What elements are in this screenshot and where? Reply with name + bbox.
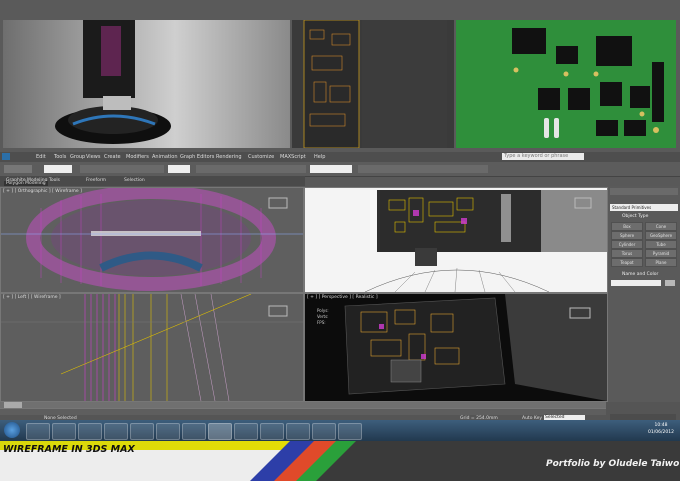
taskbar-app-icon[interactable]	[156, 423, 180, 440]
board-wireframe-graphic	[303, 19, 447, 149]
command-panel-tabs[interactable]	[610, 188, 678, 195]
menu-create[interactable]: Create	[104, 154, 121, 160]
caption-title: WIREFRAME IN 3DS MAX	[3, 444, 135, 455]
selection-filter-dropdown[interactable]	[44, 165, 72, 173]
viewport-top-right[interactable]	[304, 187, 608, 293]
taskbar-app-icon[interactable]	[286, 423, 310, 440]
snap-tools[interactable]	[196, 165, 306, 173]
portfolio-credit: Portfolio by Oludele Taiwo	[546, 459, 680, 469]
tube-button[interactable]: Tube	[645, 240, 677, 249]
track-bar[interactable]	[0, 408, 606, 415]
clock-date: 01/06/2012	[648, 430, 674, 435]
polygon-modeling-label[interactable]: Polygon Modeling	[4, 181, 48, 186]
menu-views[interactable]: Views	[86, 154, 100, 160]
main-toolbar	[0, 162, 680, 177]
usb-render-graphic	[55, 20, 171, 144]
viewport-bottom-right[interactable]: [ + ] [ Perspective ] [ Realistic ] Poly…	[304, 293, 608, 402]
system-tray[interactable]	[598, 423, 644, 435]
pcb-render-image	[456, 20, 676, 148]
pcb-render-graphic	[512, 28, 664, 138]
menu-customize[interactable]: Customize	[248, 154, 274, 160]
teapot-button[interactable]: Teapot	[611, 258, 643, 267]
render-tools[interactable]	[358, 165, 488, 173]
viewport-bottom-left[interactable]: [ + ] [ Left ] [ Wireframe ]	[0, 293, 304, 402]
menu-bar: Edit Tools Group Views Create Modifiers …	[0, 152, 680, 162]
windows-taskbar: 10:48 01/06/2012	[0, 420, 680, 441]
viewport-top-left[interactable]: [ + ] [ Orthographic ] [ Wireframe ]	[0, 187, 304, 293]
menu-animation[interactable]: Animation	[152, 154, 178, 160]
menu-edit[interactable]: Edit	[36, 154, 46, 160]
max-window: Edit Tools Group Views Create Modifiers …	[0, 152, 680, 434]
usb-render-image	[3, 20, 290, 148]
taskbar-app-icon[interactable]	[234, 423, 258, 440]
pyramid-button[interactable]: Pyramid	[645, 249, 677, 258]
box-button[interactable]: Box	[611, 222, 643, 231]
transform-tools[interactable]	[80, 165, 164, 173]
taskbar-app-icon[interactable]	[130, 423, 154, 440]
search-input[interactable]: Type a keyword or phrase	[502, 153, 584, 160]
plane-button[interactable]: Plane	[645, 258, 677, 267]
menu-rendering[interactable]: Rendering	[216, 154, 242, 160]
menu-modifiers[interactable]: Modifiers	[126, 154, 149, 160]
taskbar-app-icon[interactable]	[260, 423, 284, 440]
object-type-heading: Object Type	[622, 214, 649, 219]
taskbar-app-icon[interactable]	[104, 423, 128, 440]
taskbar-app-icon[interactable]	[52, 423, 76, 440]
top-wireframe-graphic	[1, 188, 303, 291]
max-logo-icon[interactable]	[2, 153, 10, 160]
reference-coord-dropdown[interactable]	[168, 165, 190, 173]
taskbar-app-icon[interactable]	[26, 423, 50, 440]
command-panel: Standard Primitives Object Type Box Cone…	[608, 186, 680, 402]
board-wireframe-image	[292, 19, 454, 149]
front-view-graphic	[364, 190, 607, 292]
menu-graph-editors[interactable]: Graph Editors	[180, 154, 214, 160]
cone-button[interactable]: Cone	[645, 222, 677, 231]
taskbar-app-icon[interactable]	[338, 423, 362, 440]
tab-selection[interactable]: Selection	[124, 178, 145, 183]
primitives-dropdown[interactable]: Standard Primitives	[610, 204, 678, 211]
perspective-render-graphic	[344, 294, 607, 401]
start-button-icon[interactable]	[4, 422, 20, 438]
sphere-button[interactable]: Sphere	[611, 231, 643, 240]
tab-freeform[interactable]: Freeform	[86, 178, 106, 183]
menu-tools[interactable]: Tools	[54, 154, 66, 160]
taskbar-app-icon[interactable]	[312, 423, 336, 440]
clock-time: 10:48	[654, 423, 668, 428]
named-selection-dropdown[interactable]	[310, 165, 352, 173]
undo-redo-buttons[interactable]	[4, 165, 32, 173]
name-and-color-heading: Name and Color	[622, 272, 659, 277]
left-wireframe-graphic	[1, 294, 303, 401]
torus-button[interactable]: Torus	[611, 249, 643, 258]
object-name-input[interactable]	[611, 280, 661, 286]
menu-maxscript[interactable]: MAXScript	[280, 154, 306, 160]
taskbar-app-icon[interactable]	[182, 423, 206, 440]
taskbar-clock[interactable]: 10:48 01/06/2012	[648, 422, 674, 436]
taskbar-3dsmax-icon[interactable]	[208, 423, 232, 440]
cylinder-button[interactable]: Cylinder	[611, 240, 643, 249]
object-color-swatch[interactable]	[665, 280, 675, 286]
geosphere-button[interactable]: GeoSphere	[645, 231, 677, 240]
menu-group[interactable]: Group	[70, 154, 85, 160]
menu-help[interactable]: Help	[314, 154, 325, 160]
taskbar-app-icon[interactable]	[78, 423, 102, 440]
